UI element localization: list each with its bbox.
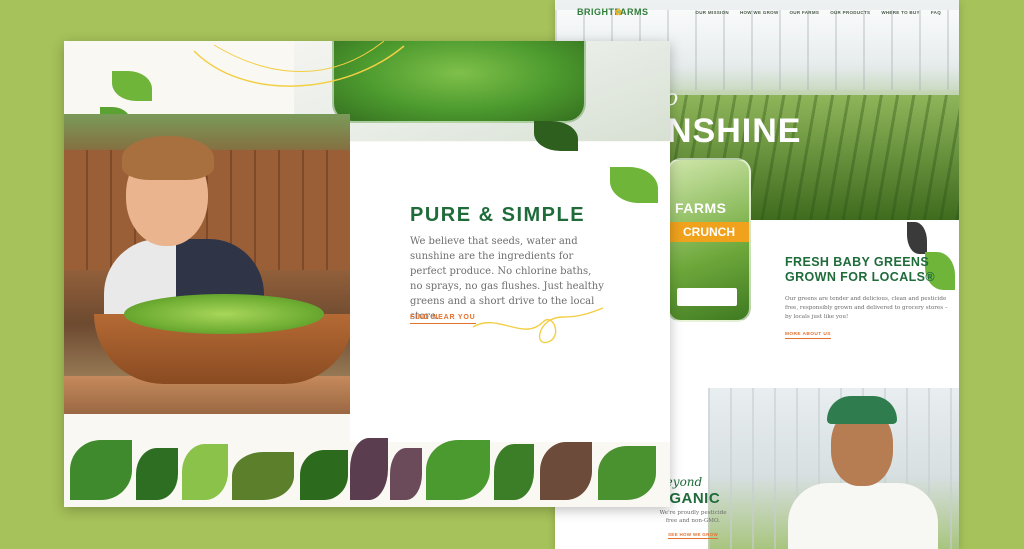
spinach-leaf-icon bbox=[426, 440, 490, 500]
worker-shirt bbox=[788, 483, 938, 549]
find-near-you-link[interactable]: FIND NEAR YOU bbox=[410, 314, 476, 324]
brand-logo[interactable]: BRIGHT ✿ FARMS bbox=[577, 7, 649, 17]
hero-title: NSHINE bbox=[667, 112, 802, 150]
farm-worker-photo bbox=[708, 388, 959, 549]
package-label bbox=[677, 288, 737, 306]
assorted-greens-row bbox=[64, 434, 670, 507]
lettuce-leaf-icon bbox=[182, 444, 228, 500]
worker-cap bbox=[827, 396, 897, 424]
spinach-leaf-icon bbox=[300, 450, 348, 500]
red-leaf-icon bbox=[350, 438, 388, 500]
package-brand: FARMS bbox=[675, 200, 727, 216]
pure-simple-title: PURE & SIMPLE bbox=[410, 204, 586, 226]
nav-item-where-to-buy[interactable]: WHERE TO BUY bbox=[881, 10, 920, 15]
red-leaf-lettuce-icon bbox=[540, 442, 592, 500]
nav-item-our-products[interactable]: OUR PRODUCTS bbox=[830, 10, 870, 15]
organic-body: We're proudly pesticide free and non-GMO… bbox=[659, 510, 727, 524]
product-package-image: FARMS CRUNCH bbox=[667, 158, 751, 322]
fresh-greens-body: Our greens are tender and delicious, cle… bbox=[785, 296, 948, 320]
logo-text-bright: BRIGHT bbox=[577, 7, 615, 17]
spinach-leaf-icon bbox=[907, 222, 927, 254]
spinach-leaf-icon bbox=[70, 440, 132, 500]
nav-item-our-mission[interactable]: OUR MISSION bbox=[695, 10, 729, 15]
fresh-greens-title: FRESH BABY GREENS GROWN FOR LOCALS® bbox=[785, 255, 936, 284]
fresh-greens-section: FRESH BABY GREENS GROWN FOR LOCALS® Our … bbox=[785, 255, 950, 340]
nav-item-faq[interactable]: FAQ bbox=[931, 10, 941, 15]
sun-leaf-icon: ✿ bbox=[614, 7, 623, 17]
left-page-mockup: PURE & SIMPLE We believe that seeds, wat… bbox=[64, 41, 670, 507]
child-salad-photo bbox=[64, 114, 350, 414]
red-leaf-icon bbox=[390, 448, 422, 500]
decorative-swirl-card bbox=[472, 307, 604, 344]
spinach-leaf-icon bbox=[112, 71, 152, 101]
package-band: CRUNCH bbox=[669, 222, 749, 242]
nav-item-how-we-grow[interactable]: HOW WE GROW bbox=[740, 10, 779, 15]
nav-menu: OUR MISSION HOW WE GROW OUR FARMS OUR PR… bbox=[695, 10, 941, 15]
top-nav: BRIGHT ✿ FARMS OUR MISSION HOW WE GROW OUR… bbox=[555, 0, 959, 26]
see-how-we-grow-link[interactable]: SEE HOW WE GROW bbox=[668, 532, 718, 539]
more-about-us-link[interactable]: MORE ABOUT US bbox=[785, 332, 831, 339]
oak-leaf-lettuce-icon bbox=[232, 452, 294, 500]
decorative-swirl-top bbox=[193, 41, 405, 87]
spinach-leaf-icon bbox=[494, 444, 534, 500]
spinach-leaf-icon bbox=[136, 448, 178, 500]
salad-greens bbox=[124, 294, 324, 334]
child-hair bbox=[122, 136, 214, 180]
nav-item-our-farms[interactable]: OUR FARMS bbox=[790, 10, 820, 15]
spinach-leaf-icon bbox=[598, 446, 656, 500]
